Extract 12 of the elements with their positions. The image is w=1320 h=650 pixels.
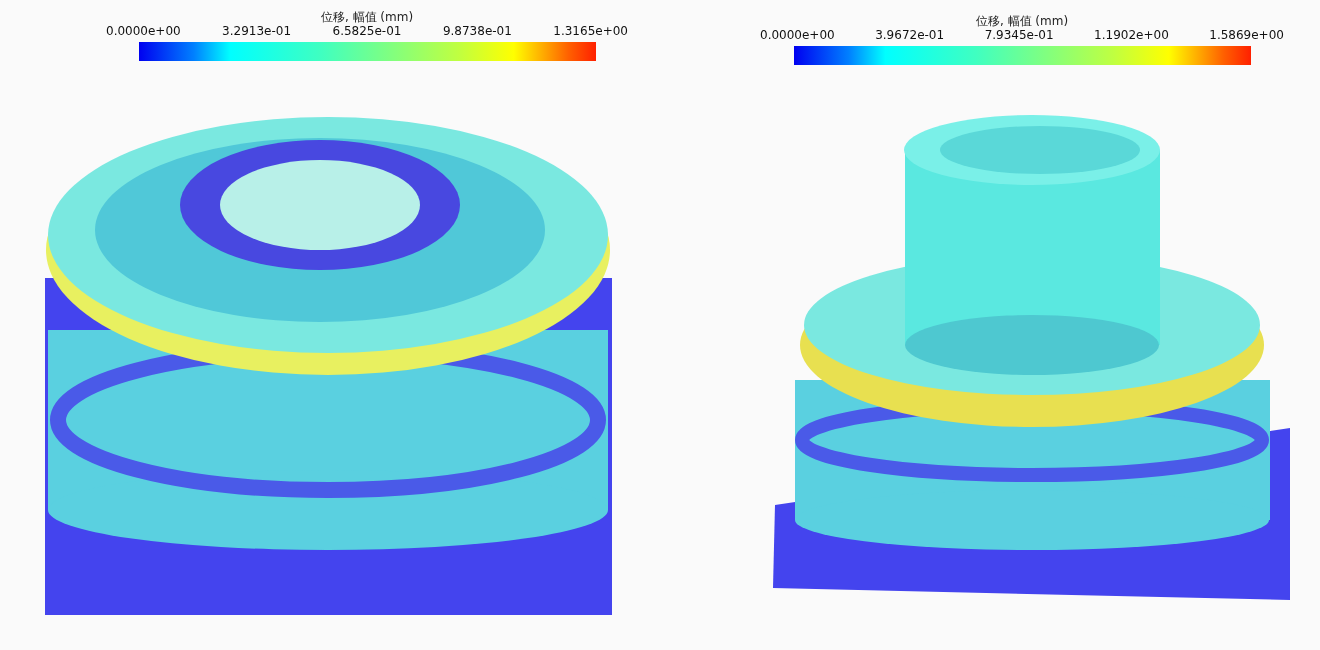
legend-tick-label: 1.3165e+00 [553, 24, 628, 38]
legend-title: 位移, 幅值 (mm) [320, 10, 414, 24]
legend-tick-label: 6.5825e-01 [332, 24, 402, 38]
legend-tick-label: 7.9345e-01 [984, 28, 1054, 42]
legend-tick-label: 0.0000e+00 [760, 28, 835, 42]
legend-tick-label: 1.5869e+00 [1209, 28, 1284, 42]
legend-tick-label: 3.9672e-01 [875, 28, 945, 42]
legend-tick-label: 1.1902e+00 [1094, 28, 1169, 42]
legend-tick-label: 3.2913e-01 [222, 24, 292, 38]
legend-tick-label: 9.8738e-01 [442, 24, 512, 38]
legend-title: 位移, 幅值 (mm) [975, 14, 1069, 28]
legend-tick-label: 0.0000e+00 [106, 24, 181, 38]
